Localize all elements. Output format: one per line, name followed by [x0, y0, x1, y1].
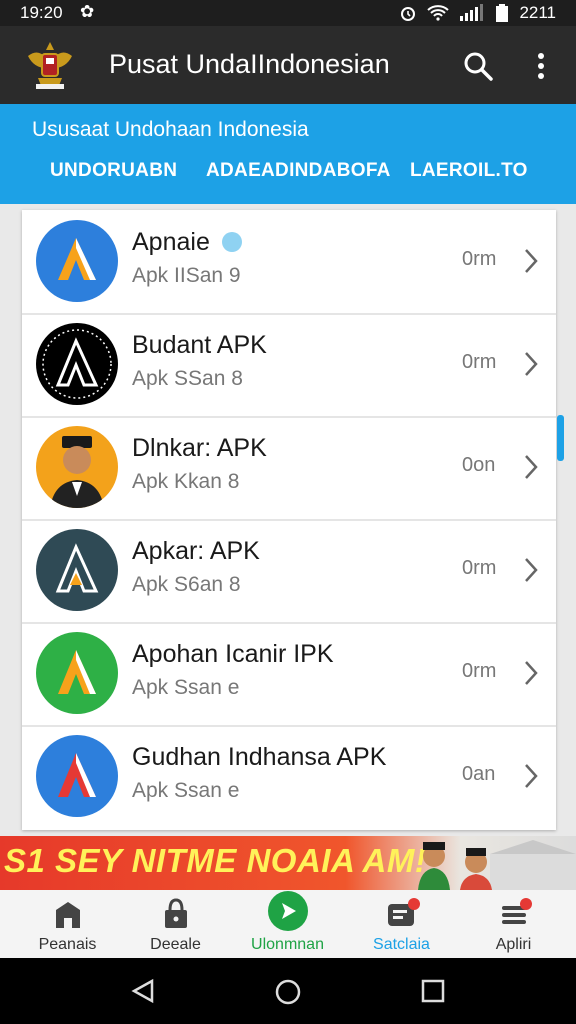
lock-bag-icon [165, 898, 187, 928]
chat-icon [388, 898, 420, 926]
nav-label: Satclaia [373, 936, 430, 953]
apk-logo-icon [36, 529, 118, 611]
nav-item-ulonmnan[interactable]: Ulonmnan [230, 890, 345, 958]
tab-laeroil[interactable]: LAEROIL.TO [410, 160, 528, 194]
banner-people-icon [418, 840, 576, 890]
app-subtitle: Apk IISan 9 [132, 264, 241, 287]
chevron-right-icon [525, 661, 538, 685]
status-bar: 19:20 ✿ 2211 [0, 0, 576, 26]
tab-undoruabn[interactable]: UNDORUABN [50, 160, 177, 194]
apk-logo-icon [36, 632, 118, 714]
signal-icon [460, 4, 484, 21]
verified-badge-icon [222, 232, 242, 252]
settings-icon: ✿ [80, 2, 95, 21]
promo-banner[interactable]: S1 SEY NITME NOAIA AM! [0, 836, 576, 890]
app-size: 0rm [462, 557, 497, 579]
app-size: 0rm [462, 248, 497, 270]
nav-label: Peanais [38, 936, 97, 953]
list-item[interactable]: Gudhan Indhansa APK Apk Ssan e 0an [22, 725, 556, 828]
app-list: Apnaie Apk IISan 9 0rm Budant APK Apk SS… [22, 210, 556, 830]
apk-logo-icon [36, 323, 118, 405]
nav-label: Deeale [150, 936, 201, 953]
app-subtitle: Apk Ssan e [132, 779, 240, 802]
app-subtitle: Apk S6an 8 [132, 573, 241, 596]
menu-stack-icon [502, 898, 532, 924]
person-portrait-icon [36, 426, 118, 508]
list-item[interactable]: Dlnkar: APK Apk Kkan 8 0on [22, 416, 556, 521]
apk-logo-icon [36, 735, 118, 817]
app-name: Gudhan Indhansa APK [132, 743, 387, 771]
chevron-right-icon [525, 455, 538, 479]
status-time: 19:20 [20, 3, 63, 22]
app-size: 0an [462, 763, 496, 785]
sub-header-title: Ususaat Undohaan Indonesia [32, 118, 309, 141]
app-name: Dlnkar: APK [132, 434, 267, 462]
sub-header: Ususaat Undohaan Indonesia UNDORUABN ADA… [0, 104, 576, 204]
wifi-icon [427, 5, 450, 21]
app-size: 0rm [462, 660, 497, 682]
status-icons: 2211 [399, 3, 556, 23]
app-title: Pusat UndaIIndonesian [109, 49, 390, 79]
chevron-right-icon [525, 764, 538, 788]
list-item[interactable]: Apohan Icanir IPK Apk Ssan e 0rm [22, 622, 556, 727]
more-vert-icon[interactable] [528, 48, 554, 84]
nav-label: Apliri [495, 936, 532, 953]
search-icon[interactable] [460, 48, 496, 84]
home-icon [56, 902, 80, 928]
list-item[interactable]: Apnaie Apk IISan 9 0rm [22, 210, 556, 315]
apk-logo-icon [36, 220, 118, 302]
alarm-icon [401, 7, 416, 21]
system-nav-bar [0, 958, 576, 1024]
status-right-text: 2211 [519, 3, 556, 22]
app-name: Apkar: APK [132, 537, 260, 565]
home-circle-icon[interactable] [274, 978, 302, 1006]
bottom-nav: Peanais Deeale Ulonmnan Satclaia Apliri [0, 890, 576, 958]
app-bar: Pusat UndaIIndonesian [0, 26, 576, 104]
chevron-right-icon [525, 352, 538, 376]
app-size: 0rm [462, 351, 497, 373]
play-arrow-icon [268, 891, 308, 931]
app-subtitle: Apk Kkan 8 [132, 470, 240, 493]
app-subtitle: Apk Ssan e [132, 676, 240, 699]
list-item[interactable]: Apkar: APK Apk S6an 8 0rm [22, 519, 556, 624]
app-size: 0on [462, 454, 496, 476]
nav-label: Ulonmnan [251, 936, 324, 953]
tab-adaeadindabofa[interactable]: ADAEADINDABOFA [206, 160, 391, 194]
list-scrollbar[interactable] [557, 415, 564, 461]
battery-icon [496, 4, 509, 22]
nav-item-home[interactable]: Peanais [10, 890, 125, 958]
nav-item-satclaia[interactable]: Satclaia [344, 890, 459, 958]
app-name: Apohan Icanir IPK [132, 640, 334, 668]
back-icon[interactable] [130, 978, 156, 1004]
nav-item-deeale[interactable]: Deeale [118, 890, 233, 958]
chevron-right-icon [525, 558, 538, 582]
garuda-emblem-icon [28, 42, 72, 89]
app-name: Apnaie [132, 228, 210, 256]
nav-item-apliri[interactable]: Apliri [456, 890, 571, 958]
recents-icon[interactable] [420, 978, 446, 1004]
chevron-right-icon [525, 249, 538, 273]
app-subtitle: Apk SSan 8 [132, 367, 243, 390]
banner-text: S1 SEY NITME NOAIA AM! [4, 842, 427, 879]
list-item[interactable]: Budant APK Apk SSan 8 0rm [22, 313, 556, 418]
app-name: Budant APK [132, 331, 267, 359]
